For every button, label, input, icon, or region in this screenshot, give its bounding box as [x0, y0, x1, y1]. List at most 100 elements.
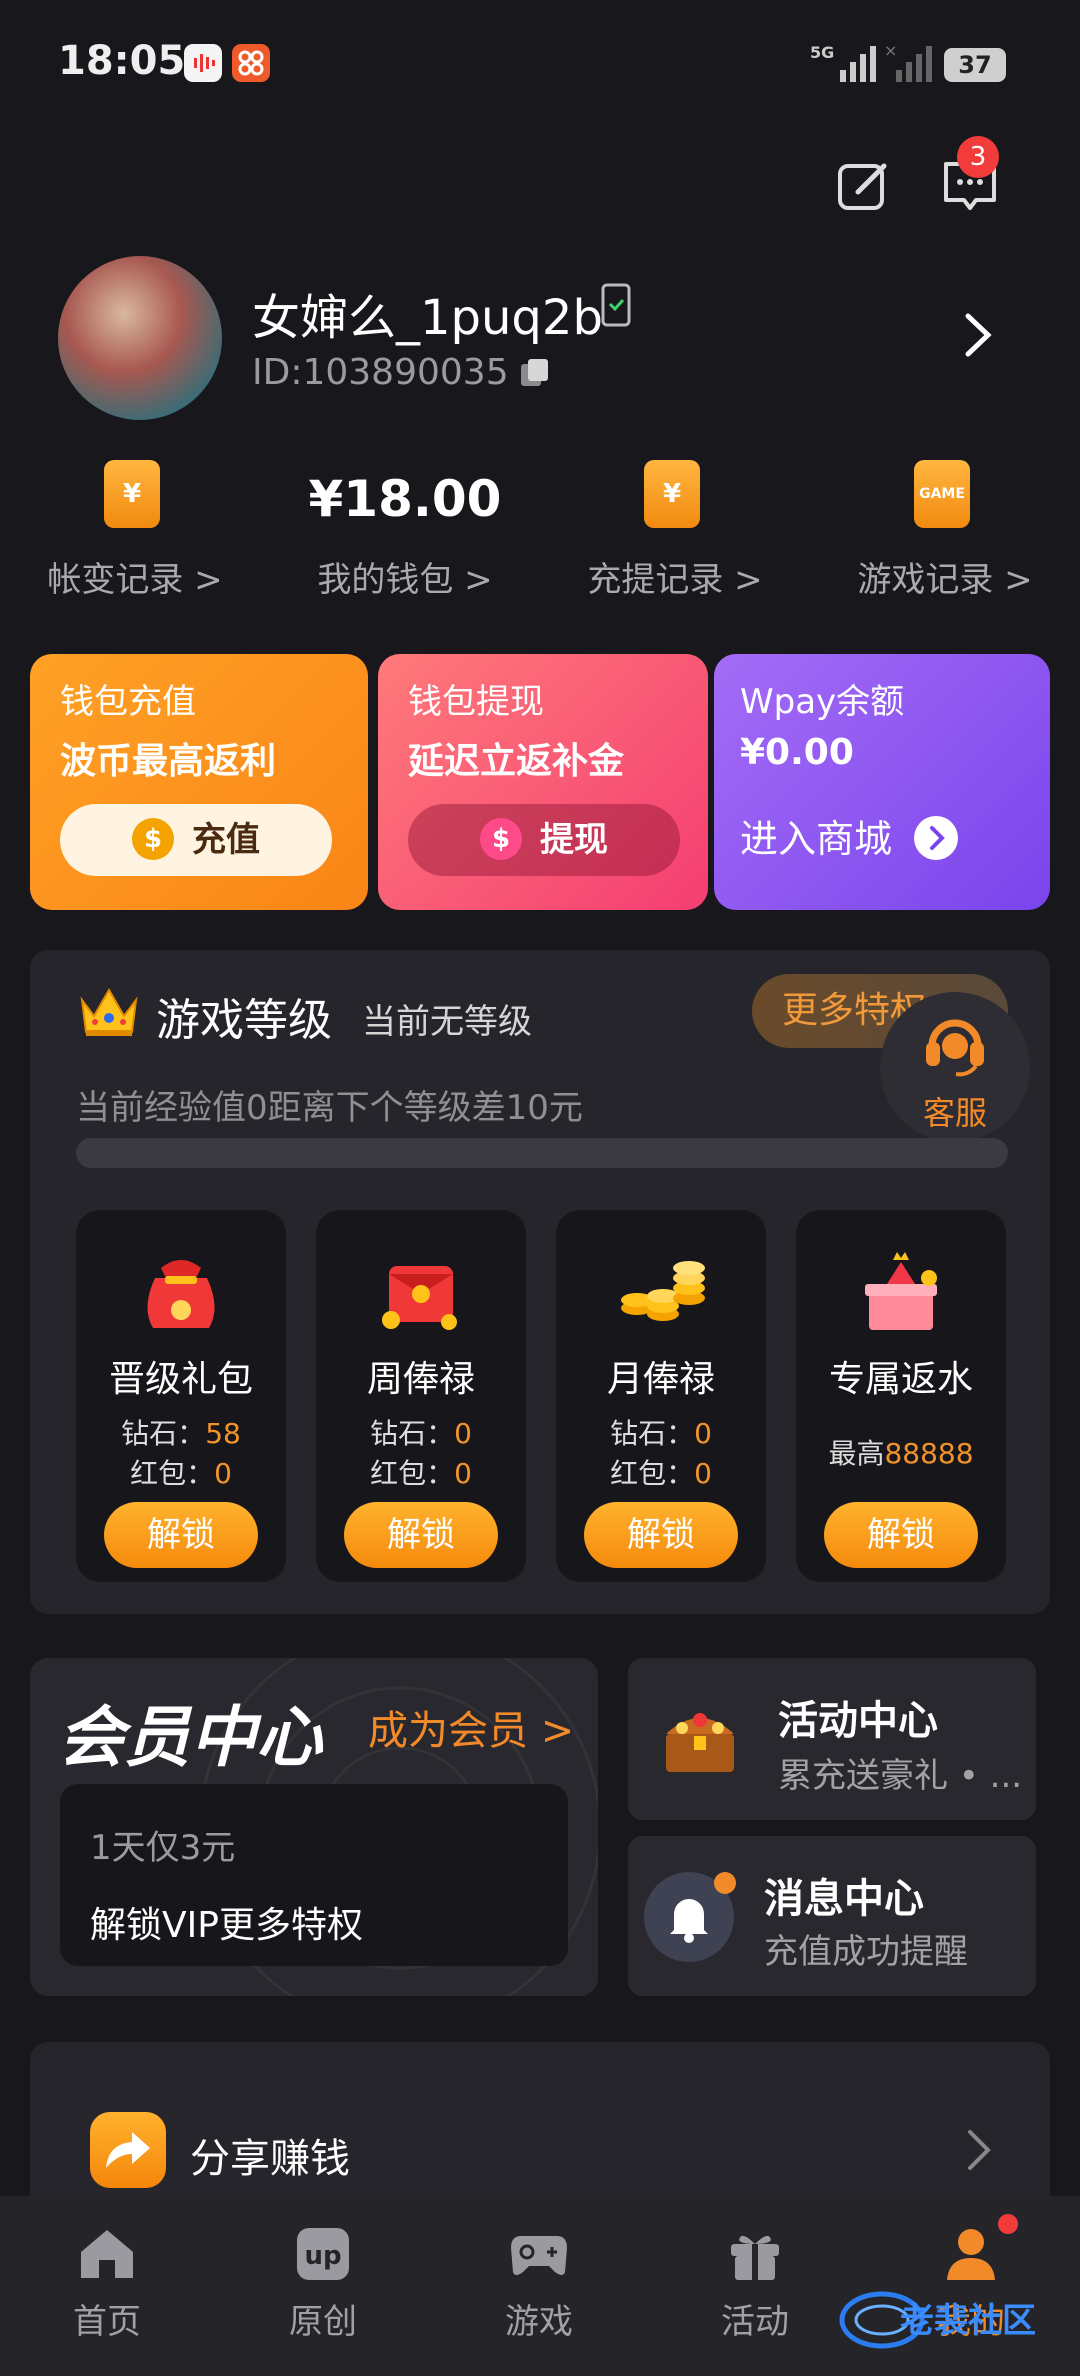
- account-record-link[interactable]: 帐变记录 >: [0, 552, 270, 601]
- recharge-button[interactable]: $ 充值: [60, 804, 332, 876]
- redpacket-value: 0: [694, 1457, 712, 1490]
- svg-text:up: up: [304, 2241, 341, 2271]
- reward-card-promotion: 晋级礼包 钻石：58 红包：0 解锁: [76, 1210, 286, 1582]
- redpacket-label: 红包：: [370, 1457, 455, 1490]
- reward-diamond-row: 钻石：58: [76, 1412, 286, 1452]
- unread-dot: [714, 1872, 736, 1894]
- signal-5g-icon: 5G: [810, 43, 876, 82]
- customer-service-label: 客服: [922, 1094, 987, 1132]
- diamond-label: 钻石：: [121, 1417, 206, 1450]
- redpacket-label: 红包：: [610, 1457, 695, 1490]
- message-center-title: 消息中心: [764, 1876, 924, 1922]
- gamepad-icon: [511, 2236, 567, 2275]
- unlock-button[interactable]: 解锁: [344, 1502, 498, 1568]
- recharge-card[interactable]: 钱包充值 波币最高返利 $ 充值: [30, 654, 368, 910]
- withdraw-card-subtitle: 延迟立返补金: [408, 741, 625, 782]
- max-label: 最高: [828, 1437, 885, 1470]
- activity-center-card[interactable]: 活动中心 累充送豪礼 • ...: [628, 1658, 1036, 1820]
- recharge-withdraw-record-link[interactable]: 充提记录 >: [540, 552, 810, 601]
- reward-redpacket-row: 红包：0: [556, 1452, 766, 1492]
- game-phone-icon[interactable]: GAME: [914, 460, 970, 528]
- activity-center-title: 活动中心: [778, 1698, 938, 1744]
- reward-redpacket-row: 红包：0: [76, 1452, 286, 1492]
- reward-max-row: 最高88888: [796, 1432, 1006, 1472]
- avatar[interactable]: [58, 256, 222, 420]
- copy-icon[interactable]: [518, 356, 552, 390]
- svg-text:5G: 5G: [810, 43, 834, 62]
- level-title: 游戏等级: [156, 995, 332, 1046]
- gift-box-gem-icon: [865, 1252, 937, 1330]
- redpacket-value: 0: [214, 1457, 232, 1490]
- username: 女婶么_1puq2b: [252, 290, 603, 346]
- yen-wallet-icon[interactable]: ¥: [104, 460, 160, 528]
- profile-chevron-right-icon[interactable]: [960, 310, 996, 360]
- reward-diamond-row: 钻石：0: [556, 1412, 766, 1452]
- reward-name: 周俸禄: [366, 1359, 475, 1400]
- person-icon: [947, 2229, 995, 2280]
- game-record-link[interactable]: 游戏记录 >: [810, 552, 1080, 601]
- wallet-amount[interactable]: ¥18.00: [270, 470, 540, 528]
- recharge-card-subtitle: 波币最高返利: [60, 741, 277, 782]
- level-progress-bar: [76, 1138, 1008, 1168]
- withdraw-card[interactable]: 钱包提现 延迟立返补金 $ 提现: [378, 654, 708, 910]
- nav-activity-label: 活动: [721, 2302, 789, 2342]
- yen-wallet-icon[interactable]: ¥: [644, 460, 700, 528]
- nav-home[interactable]: 首页: [32, 2226, 182, 2343]
- share-earn-row[interactable]: [30, 2042, 1050, 2222]
- my-wallet-link[interactable]: 我的钱包 >: [270, 552, 540, 601]
- message-center-subtitle: 充值成功提醒: [764, 1932, 968, 1972]
- share-icon: [90, 2112, 166, 2188]
- treasure-chest-icon: [666, 1713, 734, 1772]
- diamond-label: 钻石：: [610, 1417, 695, 1450]
- redpacket-value: 0: [454, 1457, 472, 1490]
- gold-coins-icon: [621, 1261, 705, 1321]
- diamond-value: 0: [694, 1417, 712, 1450]
- gift-icon: [731, 2235, 779, 2280]
- reward-diamond-row: 钻石：0: [316, 1412, 526, 1452]
- grid-app-icon: [232, 44, 270, 82]
- become-member-link[interactable]: 成为会员 >: [368, 1698, 574, 1756]
- sound-app-icon: [184, 44, 222, 82]
- chevron-right-circle-icon: [914, 815, 959, 860]
- svg-text:×: ×: [884, 41, 897, 60]
- unlock-button[interactable]: 解锁: [824, 1502, 978, 1568]
- unlock-button[interactable]: 解锁: [584, 1502, 738, 1568]
- nav-activity[interactable]: 活动: [680, 2226, 830, 2343]
- edit-icon[interactable]: [834, 156, 894, 216]
- crown-icon: [80, 987, 138, 1036]
- reward-card-rebate: 专属返水 最高88888 解锁: [796, 1210, 1006, 1582]
- diamond-value: 58: [205, 1417, 241, 1450]
- nav-home-label: 首页: [73, 2302, 141, 2342]
- reward-name: 专属返水: [828, 1359, 973, 1400]
- wpay-amount: ¥0.00: [740, 732, 854, 773]
- reward-card-monthly: 月俸禄 钻石：0 红包：0 解锁: [556, 1210, 766, 1582]
- share-chevron-right-icon[interactable]: [964, 2128, 994, 2172]
- wpay-card[interactable]: Wpay余额 ¥0.00 进入商城: [714, 654, 1050, 910]
- enter-mall-label: 进入商城: [740, 817, 893, 861]
- member-price: 1天仅3元: [90, 1828, 236, 1868]
- nav-games[interactable]: 游戏: [464, 2226, 614, 2343]
- status-time: 18:05: [58, 38, 186, 84]
- headset-icon: [926, 1019, 984, 1077]
- reward-name: 晋级礼包: [108, 1359, 253, 1400]
- diamond-value: 0: [454, 1417, 472, 1450]
- reward-card-weekly: 周俸禄 钻石：0 红包：0 解锁: [316, 1210, 526, 1582]
- unlock-button[interactable]: 解锁: [104, 1502, 258, 1568]
- red-envelope-icon: [382, 1266, 457, 1330]
- wpay-title: Wpay余额: [740, 682, 905, 722]
- user-id: ID:103890035: [252, 352, 509, 393]
- nav-original[interactable]: up 原创: [248, 2226, 398, 2343]
- enter-mall-link[interactable]: 进入商城: [740, 808, 959, 864]
- level-exp-text: 当前经验值0距离下个等级差10元: [76, 1088, 583, 1128]
- withdraw-button[interactable]: $ 提现: [408, 804, 680, 876]
- withdraw-card-title: 钱包提现: [408, 682, 544, 722]
- redpacket-label: 红包：: [130, 1457, 215, 1490]
- message-center-card[interactable]: 消息中心 充值成功提醒: [628, 1836, 1036, 1996]
- nav-mine-red-dot: [998, 2214, 1018, 2234]
- battery-indicator: 37: [944, 48, 1006, 82]
- withdraw-button-label: 提现: [540, 820, 608, 860]
- member-center-title: 会员中心: [58, 1699, 322, 1776]
- nav-original-label: 原创: [289, 2302, 357, 2342]
- activity-center-subtitle: 累充送豪礼 • ...: [778, 1756, 1023, 1796]
- dollar-coin-icon: $: [132, 817, 174, 860]
